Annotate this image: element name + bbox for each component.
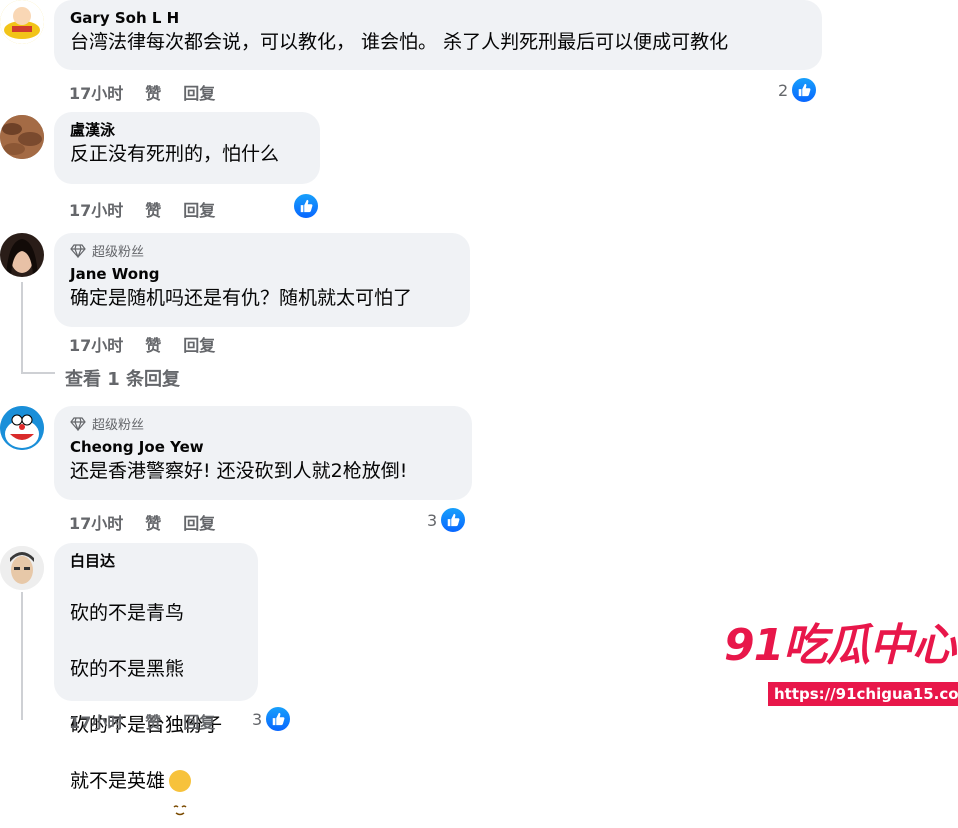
comment-bubble: 白目达 砍的不是青鸟 砍的不是黑熊 砍的不是台独份子 就不是英雄 <box>54 543 258 816</box>
avatar[interactable] <box>0 546 44 590</box>
thread-connector <box>21 372 55 374</box>
comment-time[interactable]: 17小时 <box>69 709 123 733</box>
diamond-icon <box>70 243 86 258</box>
reaction-summary[interactable]: 2 <box>778 76 819 104</box>
comment-bubble: Gary Soh L H 台湾法律每次都会说，可以教化， 谁会怕。 杀了人判死刑… <box>54 0 822 70</box>
comment-actions: 17小时 赞 回复 <box>69 709 215 733</box>
reaction-summary[interactable] <box>292 192 320 220</box>
watermark-url[interactable]: https://91chigua15.com <box>768 682 958 706</box>
reply-button[interactable]: 回复 <box>183 332 215 356</box>
view-replies-link[interactable]: 查看 1 条回复 <box>65 365 180 391</box>
like-button[interactable]: 赞 <box>145 709 161 733</box>
thumbs-up-icon <box>439 506 468 534</box>
reaction-count: 2 <box>778 80 789 100</box>
reaction-summary[interactable]: 3 <box>252 705 293 733</box>
avatar[interactable] <box>0 0 44 44</box>
badge-label: 超级粉丝 <box>92 418 145 433</box>
reply-button[interactable]: 回复 <box>183 197 215 221</box>
comment-time[interactable]: 17小时 <box>69 80 123 104</box>
comment-author[interactable]: Jane Wong <box>70 264 454 284</box>
comment-bubble: 超级粉丝 Jane Wong 确定是随机吗还是有仇？随机就太可怕了 <box>54 233 470 327</box>
reaction-count: 3 <box>252 709 263 729</box>
reply-button[interactable]: 回复 <box>183 80 215 104</box>
like-button[interactable]: 赞 <box>145 332 161 356</box>
comment-text: 砍的不是青鸟 砍的不是黑熊 砍的不是台独份子 就不是英雄 <box>70 571 242 823</box>
reply-button[interactable]: 回复 <box>183 510 215 534</box>
comment-line-last: 就不是英雄 <box>70 767 242 816</box>
avatar[interactable] <box>0 233 44 277</box>
like-button[interactable]: 赞 <box>145 197 161 221</box>
comment-line: 砍的不是黑熊 <box>70 658 185 680</box>
comment-time[interactable]: 17小时 <box>69 510 123 534</box>
comment-actions: 17小时 赞 回复 <box>69 197 215 221</box>
avatar[interactable] <box>0 406 44 450</box>
thumbs-up-icon <box>292 192 320 220</box>
comment-actions: 17小时 赞 回复 <box>69 332 215 356</box>
comment-actions: 17小时 赞 回复 <box>69 510 215 534</box>
avatar-image <box>0 0 44 44</box>
thread-line <box>21 592 23 720</box>
comment-text: 还是香港警察好! 还没砍到人就2枪放倒! <box>70 460 408 482</box>
super-fan-badge[interactable]: 超级粉丝 <box>70 241 454 260</box>
comment-text: 确定是随机吗还是有仇？随机就太可怕了 <box>70 287 413 309</box>
comment-author[interactable]: Gary Soh L H <box>70 8 806 28</box>
relieved-emoji-icon <box>169 770 192 816</box>
thumbs-up-icon <box>790 76 819 104</box>
watermark-logo: 91吃瓜中心 <box>724 620 956 671</box>
comment-bubble: 超级粉丝 Cheong Joe Yew 还是香港警察好! 还没砍到人就2枪放倒! <box>54 406 472 500</box>
thread-line <box>21 282 23 374</box>
reaction-count: 3 <box>427 510 438 530</box>
diamond-icon <box>70 416 86 431</box>
comment-time[interactable]: 17小时 <box>69 332 123 356</box>
like-button[interactable]: 赞 <box>145 80 161 104</box>
comment-line: 砍的不是青鸟 <box>70 602 185 624</box>
like-button[interactable]: 赞 <box>145 510 161 534</box>
comment-bubble: 盧漢泳 反正没有死刑的，怕什么 <box>54 112 320 184</box>
avatar-image <box>0 115 44 159</box>
comment-author[interactable]: Cheong Joe Yew <box>70 437 456 457</box>
avatar[interactable] <box>0 115 44 159</box>
reply-button[interactable]: 回复 <box>183 709 215 733</box>
site-watermark: 91吃瓜中心 https://91chigua15.com <box>724 616 958 712</box>
comment-text: 反正没有死刑的，怕什么 <box>70 143 280 165</box>
avatar-image <box>0 233 44 277</box>
badge-label: 超级粉丝 <box>92 245 145 260</box>
avatar-image <box>0 546 44 590</box>
reaction-summary[interactable]: 3 <box>427 506 468 534</box>
avatar-image <box>0 406 44 450</box>
comment-text: 台湾法律每次都会说，可以教化， 谁会怕。 杀了人判死刑最后可以便成可教化 <box>70 31 729 53</box>
comment-author[interactable]: 白目达 <box>70 551 242 571</box>
comment-line: 就不是英雄 <box>70 770 166 792</box>
comment-author[interactable]: 盧漢泳 <box>70 120 304 140</box>
comment-actions: 17小时 赞 回复 <box>69 80 215 104</box>
thumbs-up-icon <box>264 705 293 733</box>
comment-time[interactable]: 17小时 <box>69 197 123 221</box>
super-fan-badge[interactable]: 超级粉丝 <box>70 414 456 433</box>
